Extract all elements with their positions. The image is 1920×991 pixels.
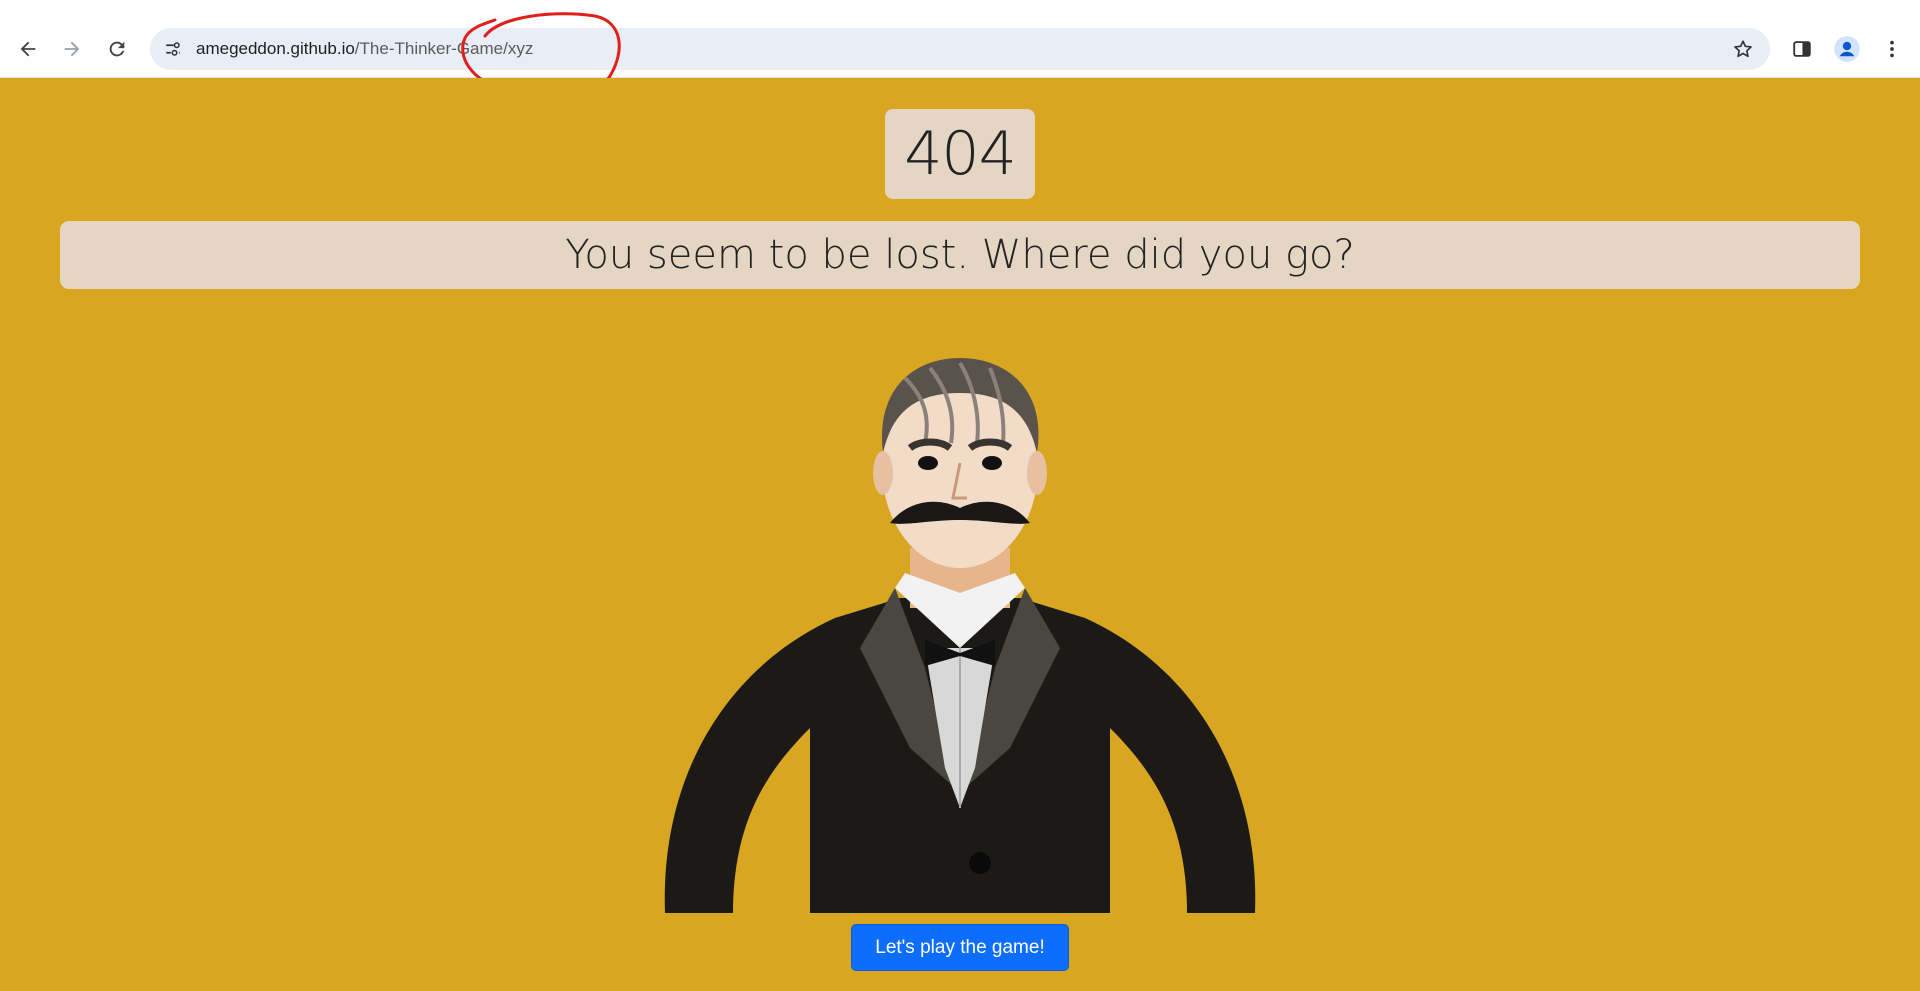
url-text[interactable]: amegeddon.github.io/The-Thinker-Game/xyz bbox=[196, 28, 533, 70]
profile-button[interactable] bbox=[1827, 29, 1867, 69]
account-icon bbox=[1834, 36, 1860, 62]
tune-icon bbox=[166, 42, 180, 56]
error-code: 404 bbox=[885, 109, 1035, 199]
kebab-menu-icon bbox=[1890, 40, 1894, 58]
arrow-right-icon bbox=[64, 41, 80, 57]
address-bar[interactable]: amegeddon.github.io/The-Thinker-Game/xyz bbox=[150, 28, 1770, 70]
play-game-button[interactable]: Let's play the game! bbox=[851, 924, 1069, 971]
reload-button[interactable] bbox=[97, 29, 137, 69]
page-body: 404 You seem to be lost. Where did you g… bbox=[0, 78, 1920, 991]
site-info-button[interactable] bbox=[156, 32, 190, 66]
browser-toolbar: amegeddon.github.io/The-Thinker-Game/xyz bbox=[0, 0, 1920, 78]
url-host: amegeddon.github.io bbox=[196, 39, 355, 58]
url-path: /The-Thinker-Game/xyz bbox=[354, 39, 534, 58]
side-panel-icon bbox=[1793, 41, 1811, 57]
browser-menu-button[interactable] bbox=[1872, 29, 1912, 69]
arrow-left-icon bbox=[20, 41, 36, 57]
error-message: You seem to be lost. Where did you go? bbox=[60, 221, 1860, 289]
star-icon bbox=[1734, 40, 1752, 58]
side-panel-button[interactable] bbox=[1782, 29, 1822, 69]
reload-icon bbox=[109, 41, 125, 57]
bookmark-button[interactable] bbox=[1726, 32, 1760, 66]
forward-button[interactable] bbox=[52, 29, 92, 69]
thinker-illustration bbox=[664, 358, 1256, 913]
back-button[interactable] bbox=[8, 29, 48, 69]
